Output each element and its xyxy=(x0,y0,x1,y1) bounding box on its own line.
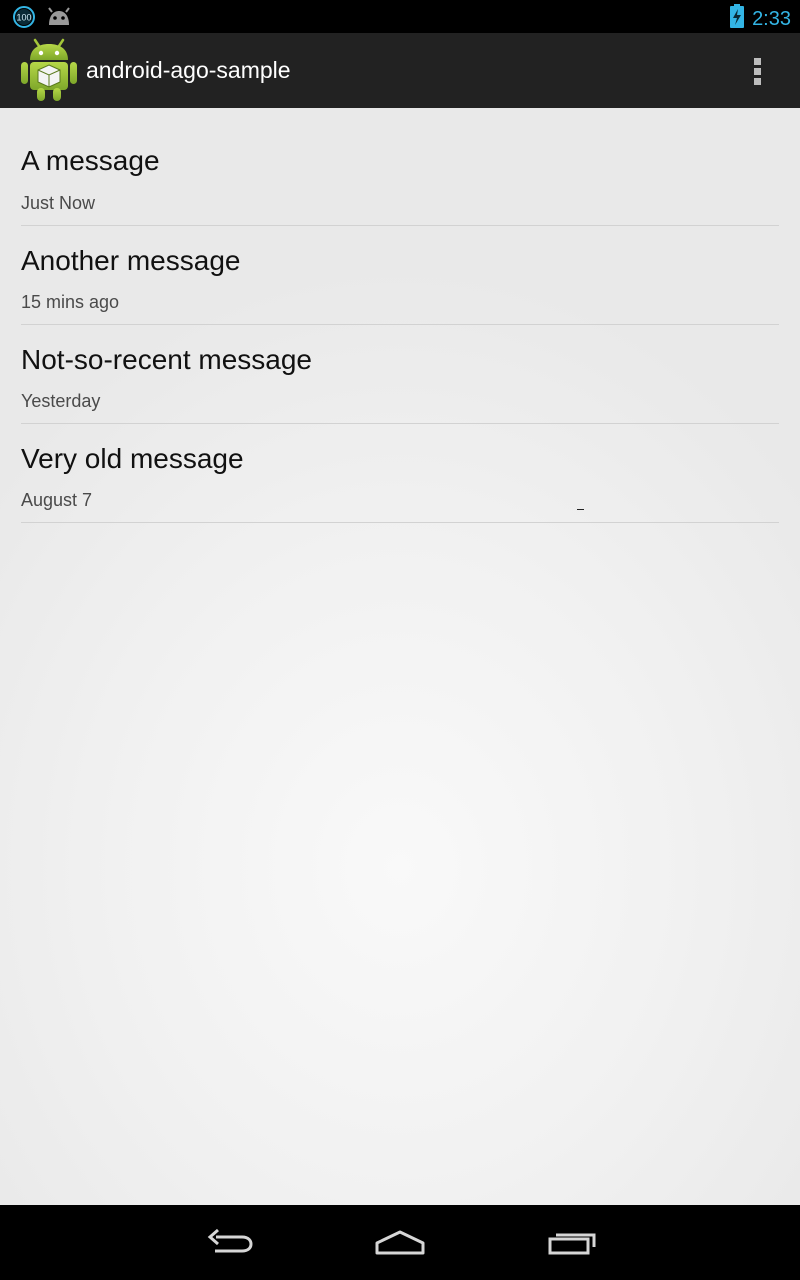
battery-charging-icon xyxy=(730,4,745,33)
notification-badge-text: 100 xyxy=(16,13,31,23)
status-system: 2:33 xyxy=(730,4,791,33)
message-title: A message xyxy=(21,145,160,176)
message-time-ago: August 7 xyxy=(21,490,93,510)
list-item[interactable]: A message Just Now xyxy=(21,127,779,226)
overflow-menu-icon[interactable] xyxy=(746,55,770,87)
android-robot-icon[interactable] xyxy=(20,38,78,102)
recent-apps-icon[interactable] xyxy=(542,1223,602,1263)
message-list: A message Just Now Another message 15 mi… xyxy=(21,127,779,523)
list-item[interactable]: Very old message August 7 xyxy=(21,424,779,523)
screen: 100 2:33 android-ago-sample A message Ju… xyxy=(0,0,800,1280)
android-debug-icon xyxy=(46,7,72,32)
navigation-bar xyxy=(0,1205,800,1280)
battery-100-notification-icon: 100 xyxy=(12,5,36,34)
back-icon[interactable] xyxy=(200,1223,260,1263)
message-title: Not-so-recent message xyxy=(21,344,313,375)
app-title: android-ago-sample xyxy=(86,57,291,83)
status-time: 2:33 xyxy=(752,7,791,30)
cursor-mark xyxy=(577,509,584,510)
content-area: A message Just Now Another message 15 mi… xyxy=(0,108,800,1205)
status-bar: 100 2:33 xyxy=(0,0,800,33)
home-icon[interactable] xyxy=(370,1223,430,1263)
message-time-ago: Yesterday xyxy=(21,391,101,411)
list-item[interactable]: Another message 15 mins ago xyxy=(21,226,779,325)
action-bar: android-ago-sample xyxy=(0,33,800,109)
message-time-ago: Just Now xyxy=(21,193,96,213)
message-time-ago: 15 mins ago xyxy=(21,292,120,312)
list-item[interactable]: Not-so-recent message Yesterday xyxy=(21,325,779,424)
status-notifications: 100 xyxy=(12,5,72,34)
message-title: Another message xyxy=(21,245,241,276)
message-title: Very old message xyxy=(21,443,244,474)
